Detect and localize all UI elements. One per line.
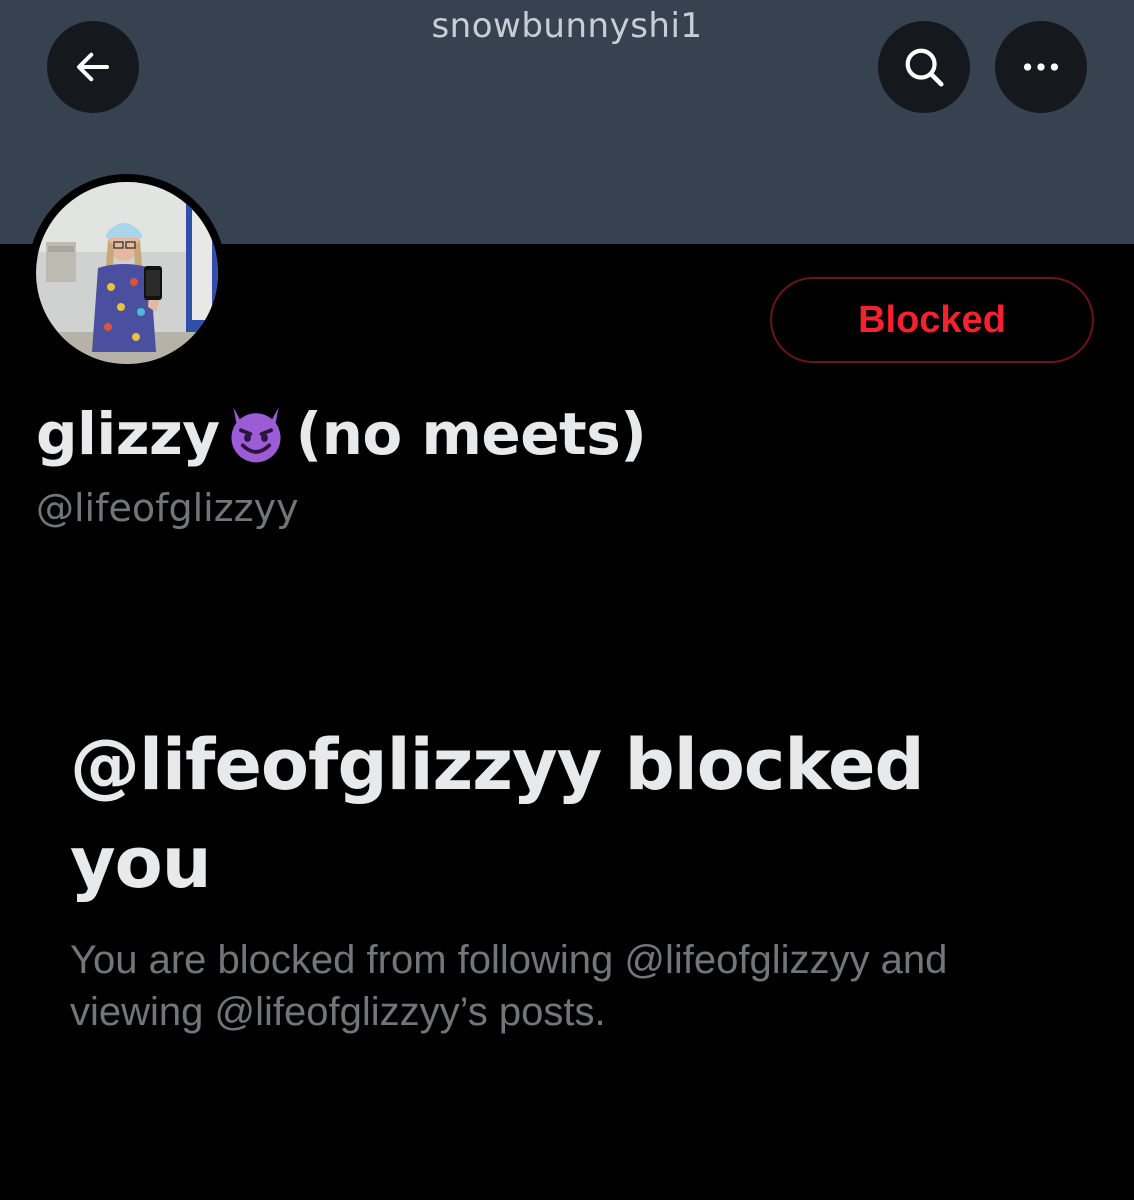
profile-avatar[interactable] — [28, 174, 226, 372]
search-button[interactable] — [878, 21, 970, 113]
display-name-text: glizzy — [36, 400, 220, 468]
blocked-button[interactable]: Blocked — [770, 277, 1094, 363]
display-name-suffix: (no meets) — [295, 400, 647, 468]
search-icon — [905, 48, 944, 87]
arrow-left-icon — [76, 52, 110, 82]
smiling-devil-icon — [231, 407, 281, 463]
more-options-button[interactable] — [995, 21, 1087, 113]
blocked-heading: @lifeofglizzyy blocked you — [70, 724, 925, 904]
display-name: glizzy (no meets) — [36, 400, 647, 468]
blocked-description: You are blocked from following @lifeofgl… — [70, 938, 948, 1034]
back-button[interactable] — [47, 21, 139, 113]
avatar-image — [36, 182, 218, 364]
more-horizontal-icon — [1023, 63, 1059, 71]
top-bar-username: snowbunnyshi1 — [431, 6, 703, 46]
profile-handle: @lifeofglizzyy — [36, 486, 299, 530]
